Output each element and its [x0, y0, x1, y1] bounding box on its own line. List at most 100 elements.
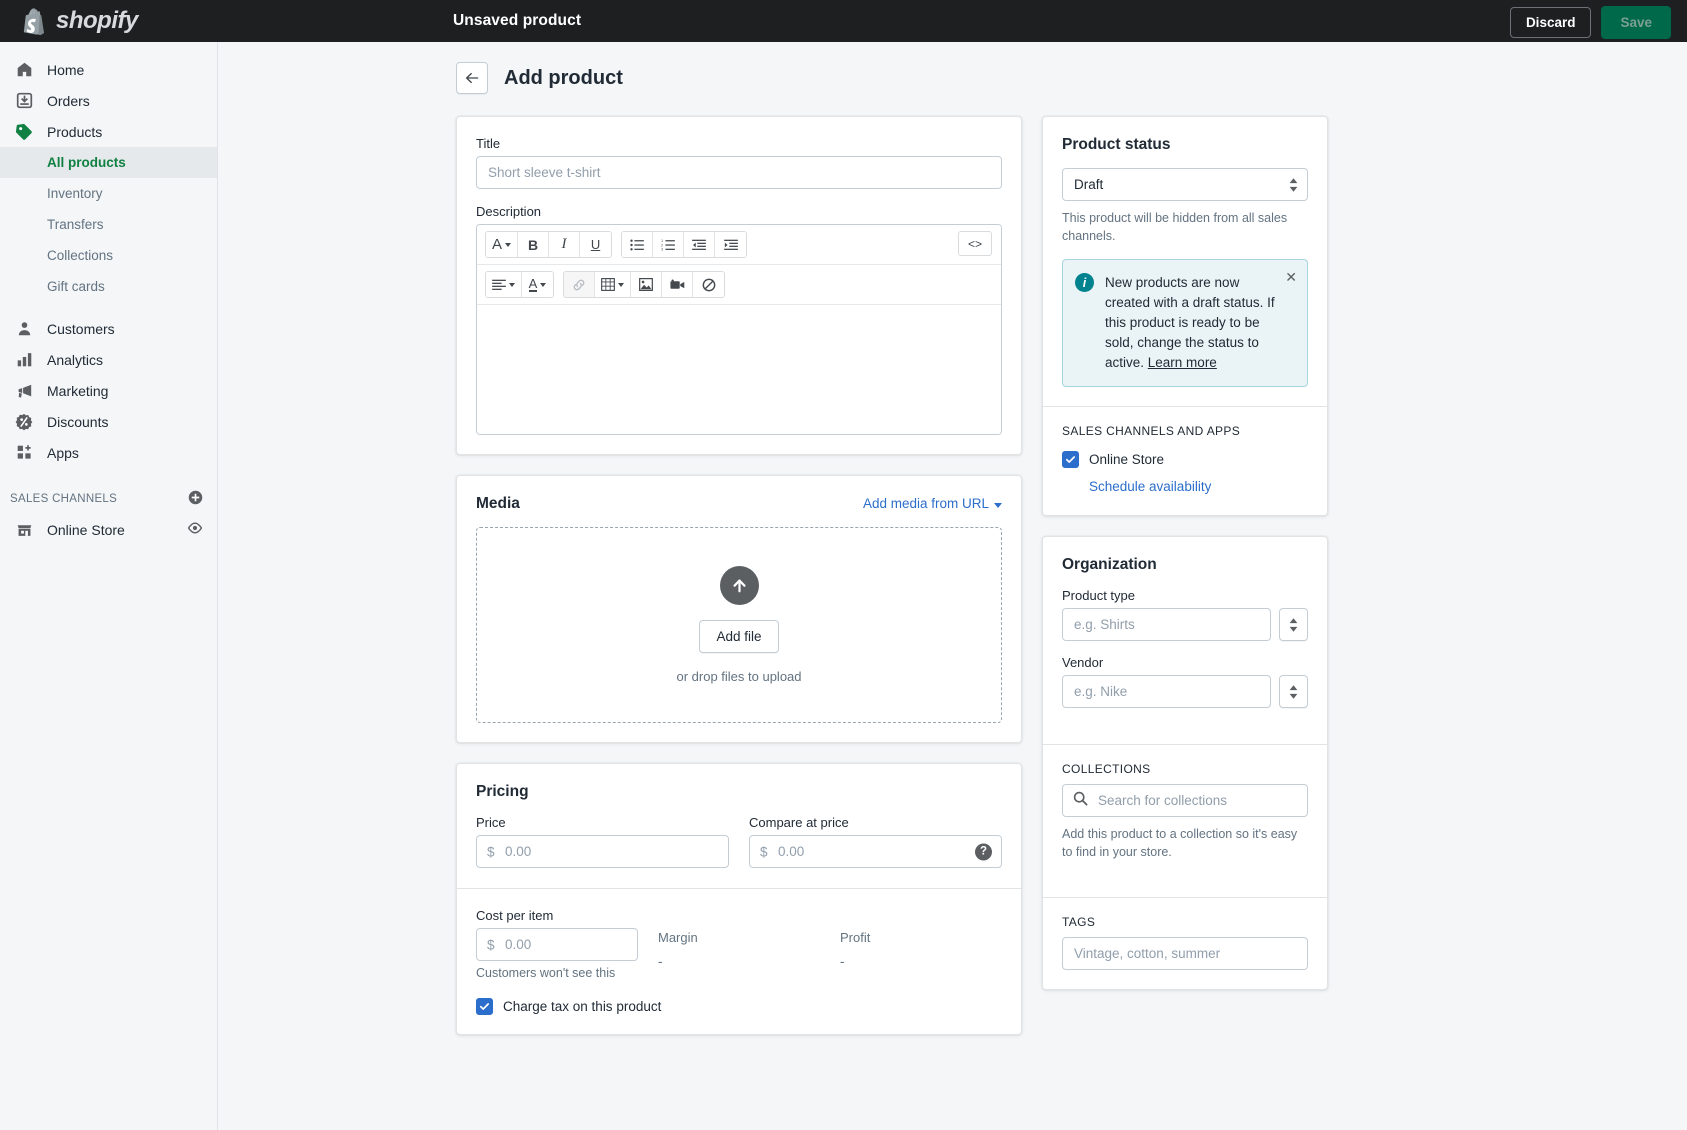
orders-inbox-icon — [14, 91, 34, 111]
sidebar-item-online-store[interactable]: Online Store — [0, 514, 217, 545]
profit-field: Profit - — [840, 908, 1002, 980]
svg-text:3: 3 — [661, 247, 663, 250]
align-color-group: A — [485, 271, 554, 298]
learn-more-link[interactable]: Learn more — [1148, 355, 1217, 370]
preview-store-eye-icon[interactable] — [187, 520, 203, 539]
italic-button[interactable]: I — [549, 232, 580, 257]
compare-at-price-help-icon[interactable]: ? — [975, 843, 992, 860]
tags-input[interactable] — [1062, 937, 1308, 970]
analytics-bars-icon — [14, 350, 34, 370]
pricing-divider — [457, 888, 1021, 889]
product-status-card: Product status This product will be hidd… — [1042, 116, 1328, 516]
sidebar-item-transfers[interactable]: Transfers — [0, 209, 217, 240]
text-color-dropdown[interactable]: A — [522, 272, 553, 297]
collections-search-input[interactable] — [1062, 784, 1308, 817]
shopify-logo[interactable]: shopify — [0, 0, 218, 42]
insert-table-dropdown[interactable] — [595, 272, 631, 297]
margin-value: - — [658, 954, 820, 969]
outdent-button[interactable] — [684, 232, 715, 257]
back-button[interactable] — [456, 62, 488, 94]
product-status-select[interactable] — [1062, 168, 1308, 201]
save-button[interactable]: Save — [1601, 6, 1671, 39]
online-store-channel-label: Online Store — [1089, 452, 1164, 467]
vendor-stepper-button[interactable] — [1279, 675, 1308, 708]
profit-value: - — [840, 954, 1002, 969]
cost-helper-text: Customers won't see this — [476, 966, 638, 980]
bulleted-list-button[interactable] — [622, 232, 653, 257]
product-type-stepper-button[interactable] — [1279, 608, 1308, 641]
align-dropdown[interactable] — [486, 272, 522, 297]
font-style-dropdown[interactable]: A — [486, 232, 518, 257]
compare-at-price-input[interactable] — [749, 835, 1002, 868]
add-file-button[interactable]: Add file — [699, 620, 778, 653]
sidebar-item-gift-cards[interactable]: Gift cards — [0, 271, 217, 302]
chevron-down-icon — [994, 503, 1002, 508]
sidebar-item-label: Products — [47, 124, 102, 140]
customer-icon — [14, 319, 34, 339]
online-store-channel-row[interactable]: Online Store — [1062, 451, 1308, 468]
product-type-label: Product type — [1062, 588, 1308, 603]
schedule-availability-link[interactable]: Schedule availability — [1089, 479, 1211, 494]
media-dropzone[interactable]: Add file or drop files to upload — [476, 527, 1002, 723]
charge-tax-checkbox[interactable] — [476, 998, 493, 1015]
main-canvas: Add product Title Description A — [218, 42, 1687, 1130]
info-icon: i — [1075, 273, 1094, 292]
secondary-column: Product status This product will be hidd… — [1042, 116, 1328, 1055]
margin-field: Margin - — [658, 908, 820, 980]
insert-video-button[interactable] — [662, 272, 693, 297]
sidebar-item-apps[interactable]: Apps — [0, 437, 217, 468]
banner-text-wrap: New products are now created with a draf… — [1105, 273, 1277, 373]
clear-formatting-button[interactable] — [693, 272, 724, 297]
sidebar-item-label: Analytics — [47, 352, 103, 368]
sidebar-item-label: Home — [47, 62, 84, 78]
organization-title: Organization — [1062, 556, 1308, 574]
vendor-input[interactable] — [1062, 675, 1271, 708]
product-status-select-wrap — [1062, 168, 1308, 201]
cost-per-item-input[interactable] — [476, 928, 638, 961]
numbered-list-button[interactable]: 123 — [653, 232, 684, 257]
insert-group — [563, 271, 725, 298]
topbar-actions: Discard Save — [1510, 6, 1671, 39]
charge-tax-row[interactable]: Charge tax on this product — [476, 998, 1002, 1015]
editor-toolbar-row-1: A B I U 123 — [477, 225, 1001, 265]
sidebar-item-home[interactable]: Home — [0, 54, 217, 85]
editor-toolbar-row-2: A — [477, 265, 1001, 305]
online-store-checkbox[interactable] — [1062, 451, 1079, 468]
sidebar-item-marketing[interactable]: Marketing — [0, 375, 217, 406]
charge-tax-label: Charge tax on this product — [503, 999, 661, 1014]
html-code-button[interactable]: <> — [958, 231, 992, 256]
product-status-helper: This product will be hidden from all sal… — [1062, 209, 1308, 245]
sales-channels-section-header: SALES CHANNELS — [0, 484, 217, 514]
marketing-megaphone-icon — [14, 381, 34, 401]
products-tag-icon — [14, 122, 34, 142]
organization-card: Organization Product type Vendor — [1042, 536, 1328, 990]
title-input[interactable] — [476, 156, 1002, 189]
sidebar-item-inventory[interactable]: Inventory — [0, 178, 217, 209]
svg-text:2: 2 — [661, 243, 663, 247]
price-input[interactable] — [476, 835, 729, 868]
bold-button[interactable]: B — [518, 232, 549, 257]
underline-button[interactable]: U — [580, 232, 611, 257]
sidebar-item-discounts[interactable]: Discounts — [0, 406, 217, 437]
close-icon[interactable]: ✕ — [1285, 270, 1297, 284]
product-details-card: Title Description A B I U — [456, 116, 1022, 455]
description-editor-body[interactable] — [477, 305, 1001, 434]
insert-image-button[interactable] — [631, 272, 662, 297]
sidebar-item-customers[interactable]: Customers — [0, 313, 217, 344]
product-type-input[interactable] — [1062, 608, 1271, 641]
sidebar-spacer-2 — [0, 468, 217, 484]
sidebar-item-orders[interactable]: Orders — [0, 85, 217, 116]
sidebar-item-all-products[interactable]: All products — [0, 147, 217, 178]
indent-button[interactable] — [715, 232, 746, 257]
svg-text:1: 1 — [661, 239, 663, 243]
compare-at-price-field: Compare at price $ ? — [749, 815, 1002, 868]
add-sales-channel-icon[interactable] — [188, 490, 203, 508]
discard-button[interactable]: Discard — [1510, 7, 1592, 38]
sidebar-item-collections[interactable]: Collections — [0, 240, 217, 271]
add-media-from-url-link[interactable]: Add media from URL — [863, 495, 1002, 513]
sidebar-item-products[interactable]: Products — [0, 116, 217, 147]
insert-link-button[interactable] — [564, 272, 595, 297]
description-editor: A B I U 123 — [476, 224, 1002, 435]
drop-files-hint: or drop files to upload — [676, 669, 801, 684]
sidebar-item-analytics[interactable]: Analytics — [0, 344, 217, 375]
